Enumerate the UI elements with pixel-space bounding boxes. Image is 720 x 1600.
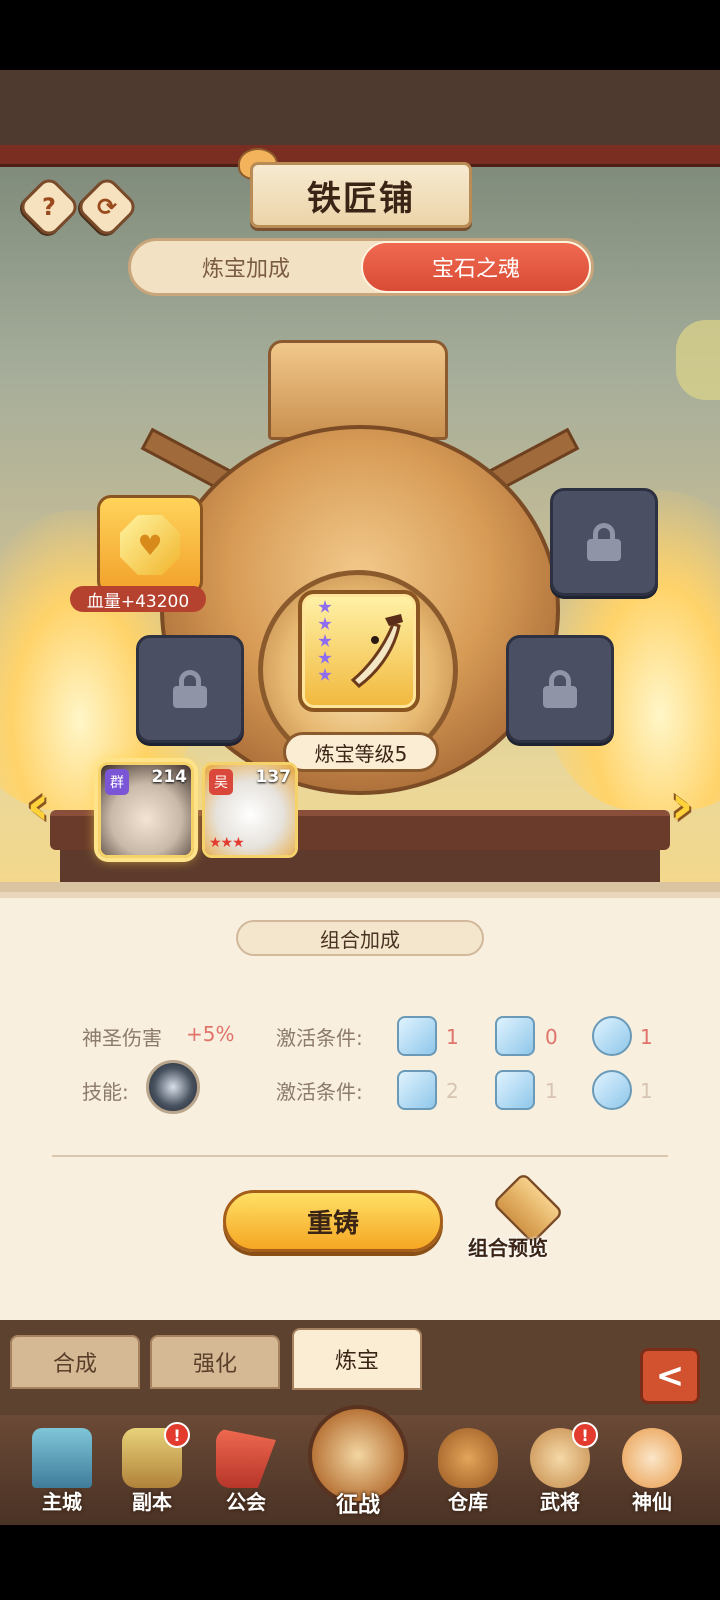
nav-label: 神仙 bbox=[632, 1490, 672, 1514]
tab-synthesis[interactable]: 合成 bbox=[10, 1335, 140, 1389]
page-title-text: 铁匠铺 bbox=[307, 178, 415, 219]
hero-card[interactable]: 吴 137 ★★★ bbox=[202, 762, 298, 858]
activation-label: 激活条件: bbox=[276, 1080, 363, 1104]
gem-slot-locked[interactable] bbox=[550, 488, 658, 596]
triangle-crystal-icon bbox=[397, 1016, 437, 1056]
triangle-crystal-icon bbox=[397, 1070, 437, 1110]
back-button[interactable]: < bbox=[640, 1348, 700, 1404]
condition-count: 2 bbox=[446, 1079, 459, 1103]
alert-badge: ! bbox=[164, 1422, 190, 1448]
nav-label: 副本 bbox=[132, 1490, 172, 1514]
nav-label: 武将 bbox=[540, 1490, 580, 1514]
condition-count: 1 bbox=[640, 1079, 653, 1103]
game-screen: 铁匠铺 ? ⟳ 炼宝加成 宝石之魂 炼宝等级5 ♥ 血量+43200 ‹ › 群… bbox=[0, 70, 720, 1525]
status-bar bbox=[0, 0, 720, 70]
lock-icon bbox=[543, 670, 577, 708]
combo-section-title: 组合加成 bbox=[236, 920, 484, 956]
hero-card-selected[interactable]: 群 214 bbox=[98, 762, 194, 858]
next-hero-arrow[interactable]: › bbox=[660, 770, 704, 840]
nav-label: 征战 bbox=[335, 1493, 380, 1518]
nav-generals[interactable]: ! 武将 bbox=[520, 1422, 600, 1522]
nav-battle[interactable]: 征战 bbox=[300, 1395, 416, 1525]
tab-gem-soul[interactable]: 宝石之魂 bbox=[361, 241, 591, 293]
square-crystal-icon bbox=[495, 1016, 535, 1056]
flag-icon bbox=[216, 1428, 276, 1488]
nav-guild[interactable]: 公会 bbox=[206, 1422, 286, 1522]
nav-dungeon[interactable]: ! 副本 bbox=[112, 1422, 192, 1522]
nav-label: 公会 bbox=[226, 1490, 266, 1514]
side-shortcut-icon[interactable] bbox=[676, 320, 720, 400]
gem-slot-locked[interactable] bbox=[506, 635, 614, 743]
heart-gem-icon: ♥ bbox=[120, 515, 180, 575]
nav-main-city[interactable]: 主城 bbox=[22, 1422, 102, 1522]
sword-icon bbox=[350, 614, 403, 688]
divider bbox=[52, 1155, 668, 1157]
skill-label: 技能: bbox=[82, 1080, 129, 1104]
lock-icon bbox=[173, 670, 207, 708]
nav-label: 主城 bbox=[42, 1490, 82, 1514]
gem-slot-filled[interactable]: ♥ bbox=[97, 495, 203, 595]
tab-refine[interactable]: 炼宝 bbox=[292, 1328, 422, 1390]
bonus-name: 神圣伤害 bbox=[82, 1026, 162, 1050]
hero-stars: ★★★ bbox=[209, 835, 245, 851]
square-crystal-icon bbox=[495, 1070, 535, 1110]
bag-icon bbox=[438, 1428, 498, 1488]
page-title: 铁匠铺 bbox=[250, 162, 472, 228]
castle-icon bbox=[32, 1428, 92, 1488]
nav-label: 仓库 bbox=[448, 1490, 488, 1514]
bonus-value: +5% bbox=[186, 1022, 235, 1046]
alert-badge: ! bbox=[572, 1422, 598, 1448]
round-crystal-icon bbox=[592, 1070, 632, 1110]
lock-icon bbox=[587, 523, 621, 561]
cat-immortal-icon bbox=[622, 1428, 682, 1488]
help-icon: ? bbox=[42, 192, 56, 221]
tab-enhance[interactable]: 强化 bbox=[150, 1335, 280, 1389]
activation-label: 激活条件: bbox=[276, 1026, 363, 1050]
condition-count: 1 bbox=[640, 1025, 653, 1049]
refresh-icon: ⟳ bbox=[96, 192, 118, 221]
gem-slot-locked[interactable] bbox=[136, 635, 244, 743]
condition-count: 0 bbox=[545, 1025, 558, 1049]
nav-immortals[interactable]: 神仙 bbox=[612, 1422, 692, 1522]
gem-bonus-label: 血量+43200 bbox=[70, 586, 206, 612]
faction-badge: 群 bbox=[105, 769, 129, 795]
condition-count: 1 bbox=[446, 1025, 459, 1049]
hero-level: 214 bbox=[151, 767, 188, 787]
round-crystal-icon bbox=[592, 1016, 632, 1056]
condition-count: 1 bbox=[545, 1079, 558, 1103]
combo-preview-button[interactable]: 组合预览 bbox=[468, 1232, 598, 1262]
reforge-button[interactable]: 重铸 bbox=[223, 1190, 443, 1252]
refine-level-label: 炼宝等级5 bbox=[283, 732, 439, 772]
skill-icon[interactable] bbox=[146, 1060, 200, 1114]
tab-bar: 炼宝加成 宝石之魂 bbox=[128, 238, 594, 296]
hero-level: 137 bbox=[255, 767, 292, 787]
tab-refine-bonus[interactable]: 炼宝加成 bbox=[131, 241, 361, 293]
nav-warehouse[interactable]: 仓库 bbox=[428, 1422, 508, 1522]
system-nav-bar bbox=[0, 1525, 720, 1600]
faction-badge: 吴 bbox=[209, 769, 233, 795]
prev-hero-arrow[interactable]: ‹ bbox=[16, 770, 60, 840]
combo-panel bbox=[0, 892, 720, 1330]
